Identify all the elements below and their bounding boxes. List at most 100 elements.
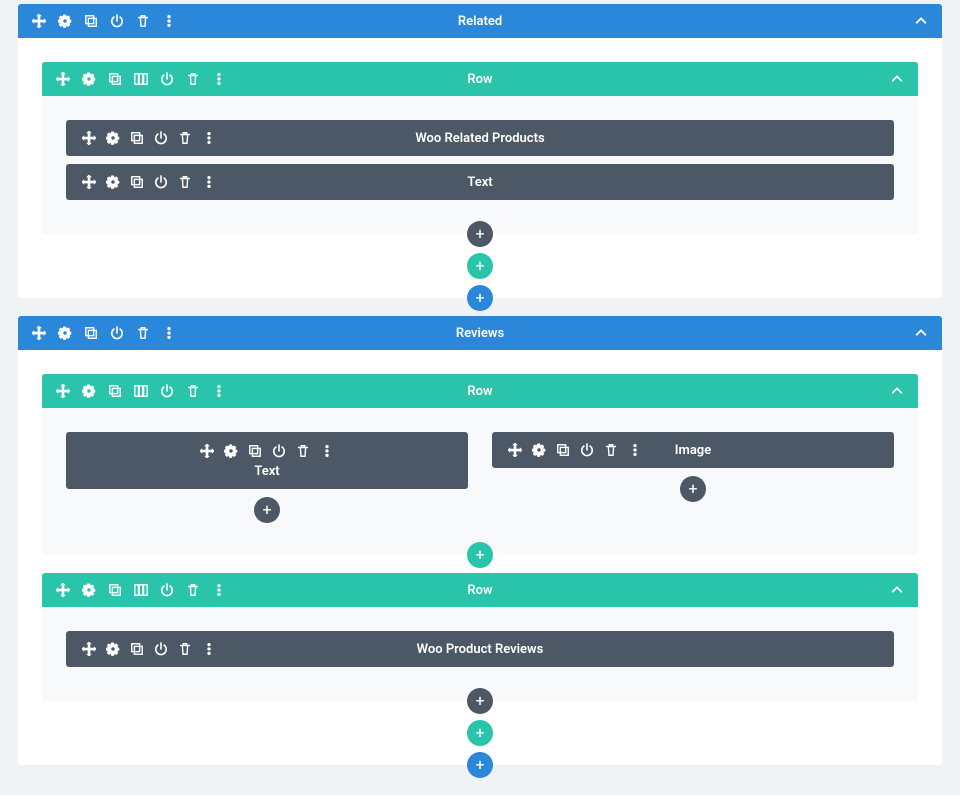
more-icon[interactable] <box>162 14 176 28</box>
chevron-up-icon[interactable] <box>914 14 928 28</box>
more-icon[interactable] <box>212 583 226 597</box>
module-toolbar <box>66 642 216 656</box>
trash-icon[interactable] <box>186 583 200 597</box>
module-header[interactable]: Woo Product Reviews <box>66 631 894 667</box>
power-icon[interactable] <box>160 384 174 398</box>
trash-icon[interactable] <box>186 72 200 86</box>
chevron-up-icon[interactable] <box>890 72 904 86</box>
gear-icon[interactable] <box>532 443 546 457</box>
power-icon[interactable] <box>272 444 286 458</box>
more-icon[interactable] <box>202 131 216 145</box>
columns-icon[interactable] <box>134 384 148 398</box>
gear-icon[interactable] <box>106 642 120 656</box>
gear-icon[interactable] <box>82 384 96 398</box>
section-toolbar <box>18 326 176 340</box>
module-toolbar <box>66 131 216 145</box>
move-icon[interactable] <box>200 444 214 458</box>
add-section-button[interactable]: + <box>467 752 493 778</box>
module-text[interactable]: Text <box>66 432 468 489</box>
chevron-up-icon[interactable] <box>890 384 904 398</box>
duplicate-icon[interactable] <box>130 175 144 189</box>
columns-icon[interactable] <box>134 583 148 597</box>
column-left: Text + <box>66 432 468 523</box>
more-icon[interactable] <box>162 326 176 340</box>
trash-icon[interactable] <box>178 175 192 189</box>
power-icon[interactable] <box>110 326 124 340</box>
add-row-button[interactable]: + <box>467 720 493 746</box>
trash-icon[interactable] <box>296 444 310 458</box>
gear-icon[interactable] <box>58 326 72 340</box>
add-module-button[interactable]: + <box>467 221 493 247</box>
more-icon[interactable] <box>628 443 642 457</box>
columns-icon[interactable] <box>134 72 148 86</box>
duplicate-icon[interactable] <box>84 14 98 28</box>
chevron-up-icon[interactable] <box>890 583 904 597</box>
add-row-button[interactable]: + <box>467 253 493 279</box>
gear-icon[interactable] <box>82 583 96 597</box>
move-icon[interactable] <box>508 443 522 457</box>
module-header[interactable]: Woo Related Products <box>66 120 894 156</box>
power-icon[interactable] <box>160 72 174 86</box>
section-header[interactable]: Related <box>18 4 942 38</box>
gear-icon[interactable] <box>58 14 72 28</box>
section-header[interactable]: Reviews <box>18 316 942 350</box>
row-header[interactable]: Row <box>42 62 918 96</box>
add-row-button[interactable]: + <box>467 542 493 568</box>
trash-icon[interactable] <box>178 131 192 145</box>
row-block: Row Woo Product Reviews <box>42 573 918 733</box>
move-icon[interactable] <box>82 642 96 656</box>
move-icon[interactable] <box>32 326 46 340</box>
gear-icon[interactable] <box>82 72 96 86</box>
duplicate-icon[interactable] <box>108 384 122 398</box>
trash-icon[interactable] <box>178 642 192 656</box>
row-body: Woo Product Reviews + <box>42 607 918 701</box>
more-icon[interactable] <box>212 72 226 86</box>
power-icon[interactable] <box>154 175 168 189</box>
row-header[interactable]: Row <box>42 573 918 607</box>
section-toolbar <box>18 14 176 28</box>
power-icon[interactable] <box>160 583 174 597</box>
gear-icon[interactable] <box>106 131 120 145</box>
power-icon[interactable] <box>110 14 124 28</box>
move-icon[interactable] <box>56 583 70 597</box>
row-header[interactable]: Row <box>42 374 918 408</box>
chevron-up-icon[interactable] <box>914 326 928 340</box>
duplicate-icon[interactable] <box>108 583 122 597</box>
more-icon[interactable] <box>320 444 334 458</box>
add-module-button[interactable]: + <box>467 688 493 714</box>
duplicate-icon[interactable] <box>130 642 144 656</box>
add-section-button[interactable]: + <box>467 285 493 311</box>
module-image[interactable]: Image <box>492 432 894 468</box>
column-right: Image + <box>492 432 894 523</box>
trash-icon[interactable] <box>136 14 150 28</box>
trash-icon[interactable] <box>136 326 150 340</box>
module-header[interactable]: Text <box>66 164 894 200</box>
row-block: Row Woo Related Products <box>42 62 918 266</box>
module-woo-related: Woo Related Products <box>66 120 894 156</box>
more-icon[interactable] <box>202 642 216 656</box>
section-reviews: Reviews Row <box>18 316 942 765</box>
add-module-button[interactable]: + <box>254 497 280 523</box>
more-icon[interactable] <box>202 175 216 189</box>
duplicate-icon[interactable] <box>84 326 98 340</box>
row-body: Woo Related Products Text <box>42 96 918 234</box>
add-module-button[interactable]: + <box>680 476 706 502</box>
power-icon[interactable] <box>580 443 594 457</box>
power-icon[interactable] <box>154 642 168 656</box>
more-icon[interactable] <box>212 384 226 398</box>
move-icon[interactable] <box>82 131 96 145</box>
move-icon[interactable] <box>56 384 70 398</box>
duplicate-icon[interactable] <box>556 443 570 457</box>
duplicate-icon[interactable] <box>130 131 144 145</box>
duplicate-icon[interactable] <box>108 72 122 86</box>
trash-icon[interactable] <box>186 384 200 398</box>
power-icon[interactable] <box>154 131 168 145</box>
move-icon[interactable] <box>32 14 46 28</box>
gear-icon[interactable] <box>106 175 120 189</box>
section-body: Row <box>18 350 942 765</box>
move-icon[interactable] <box>82 175 96 189</box>
trash-icon[interactable] <box>604 443 618 457</box>
gear-icon[interactable] <box>224 444 238 458</box>
move-icon[interactable] <box>56 72 70 86</box>
duplicate-icon[interactable] <box>248 444 262 458</box>
